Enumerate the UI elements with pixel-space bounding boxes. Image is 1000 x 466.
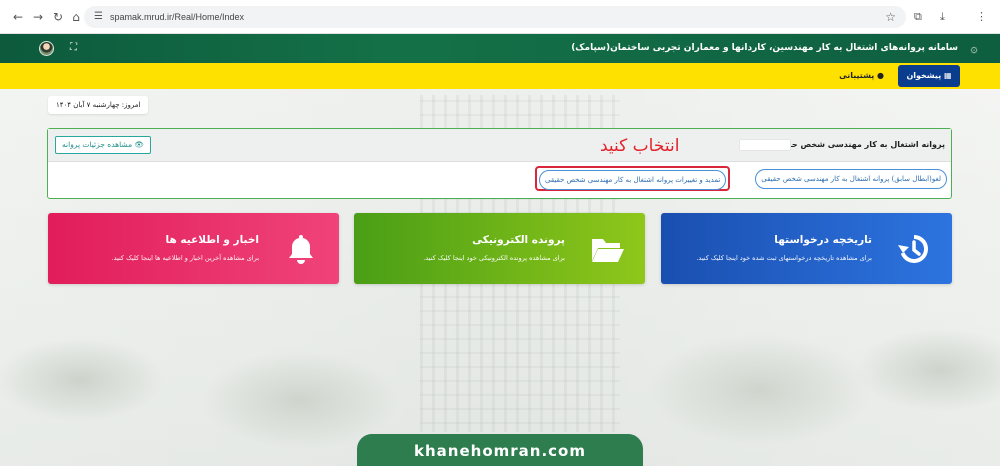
news-card[interactable]: اخبار و اطلاعیه ها برای مشاهده آخرین اخب… (48, 213, 339, 284)
news-card-desc: برای مشاهده آخرین اخبار و اطلاعیه ها این… (111, 254, 259, 262)
efile-card-title: پرونده الکترونیکی (472, 234, 565, 246)
reload-icon[interactable]: ↻ (50, 9, 66, 25)
main-nav: ▦ پیشخوان ● پشتیبانی (0, 63, 1000, 89)
history-card[interactable]: تاریخچه درخواستها برای مشاهده تاریخچه در… (661, 213, 952, 284)
url-text: spamak.mrud.ir/Real/Home/Index (110, 12, 245, 22)
browser-toolbar: ← → ↻ ⌂ ☰ spamak.mrud.ir/Real/Home/Index… (0, 0, 1000, 34)
grid-icon: ▦ (944, 71, 952, 80)
more-menu-icon[interactable]: ⋮ (976, 9, 987, 25)
eye-icon: 👁 (134, 140, 145, 149)
forward-icon[interactable]: → (30, 9, 46, 25)
download-icon[interactable]: ⤓ (940, 9, 945, 25)
avatar[interactable] (39, 41, 54, 56)
date-badge: امروز: چهارشنبه ۷ آبان ۱۴۰۴ (48, 96, 149, 114)
efile-card-desc: برای مشاهده پرونده الکترونیکی خود اینجا … (423, 254, 565, 262)
address-bar[interactable]: ☰ spamak.mrud.ir/Real/Home/Index ☆ (84, 6, 906, 28)
history-icon (898, 235, 928, 263)
efile-card[interactable]: پرونده الکترونیکی برای مشاهده پرونده الک… (354, 213, 645, 284)
license-holder-name (739, 139, 791, 151)
back-icon[interactable]: ← (10, 9, 26, 25)
support-link[interactable]: ● پشتیبانی (839, 70, 884, 82)
select-hint-annotation: انتخاب کنید (600, 136, 680, 156)
license-panel: پروانه اشتغال به کار مهندسی شخص حقیقی : … (47, 128, 952, 199)
history-card-title: تاریخچه درخواستها (774, 234, 872, 246)
site-info-icon[interactable]: ☰ (94, 10, 103, 24)
bell-icon (289, 235, 313, 264)
extensions-icon[interactable]: ⧉ (914, 9, 922, 25)
site-title: سامانه پروانه‌های اشتغال به کار مهندسین،… (571, 43, 958, 53)
license-panel-header: پروانه اشتغال به کار مهندسی شخص حقیقی : … (48, 129, 951, 162)
support-icon: ● (877, 71, 884, 80)
home-icon[interactable]: ⌂ (68, 9, 84, 25)
bookmark-star-icon[interactable]: ☆ (885, 9, 896, 25)
renew-highlight-box: تمدید و تغییرات پروانه اشتغال به کار مهن… (535, 166, 731, 191)
revoke-license-button[interactable]: لغو(ابطال سابق) پروانه اشتغال به کار مهن… (755, 169, 947, 189)
renew-license-button[interactable]: تمدید و تغییرات پروانه اشتغال به کار مهن… (539, 170, 727, 190)
folder-open-icon (592, 239, 624, 262)
fullscreen-icon[interactable]: ⛶ (70, 42, 80, 53)
details-label: مشاهده جزئیات پروانه (62, 140, 133, 149)
news-card-title: اخبار و اطلاعیه ها (165, 234, 259, 246)
license-details-button[interactable]: 👁 مشاهده جزئیات پروانه (55, 136, 152, 154)
watermark-banner: khanehomran.com (355, 432, 645, 466)
support-label: پشتیبانی (839, 71, 875, 80)
desk-label: پیشخوان (906, 71, 942, 80)
desk-button[interactable]: ▦ پیشخوان (898, 65, 960, 87)
history-card-desc: برای مشاهده تاریخچه درخواستهای ثبت شده خ… (696, 254, 872, 262)
emblem-icon: ۞ (970, 41, 978, 55)
site-header: ۞ سامانه پروانه‌های اشتغال به کار مهندسی… (0, 34, 1000, 63)
